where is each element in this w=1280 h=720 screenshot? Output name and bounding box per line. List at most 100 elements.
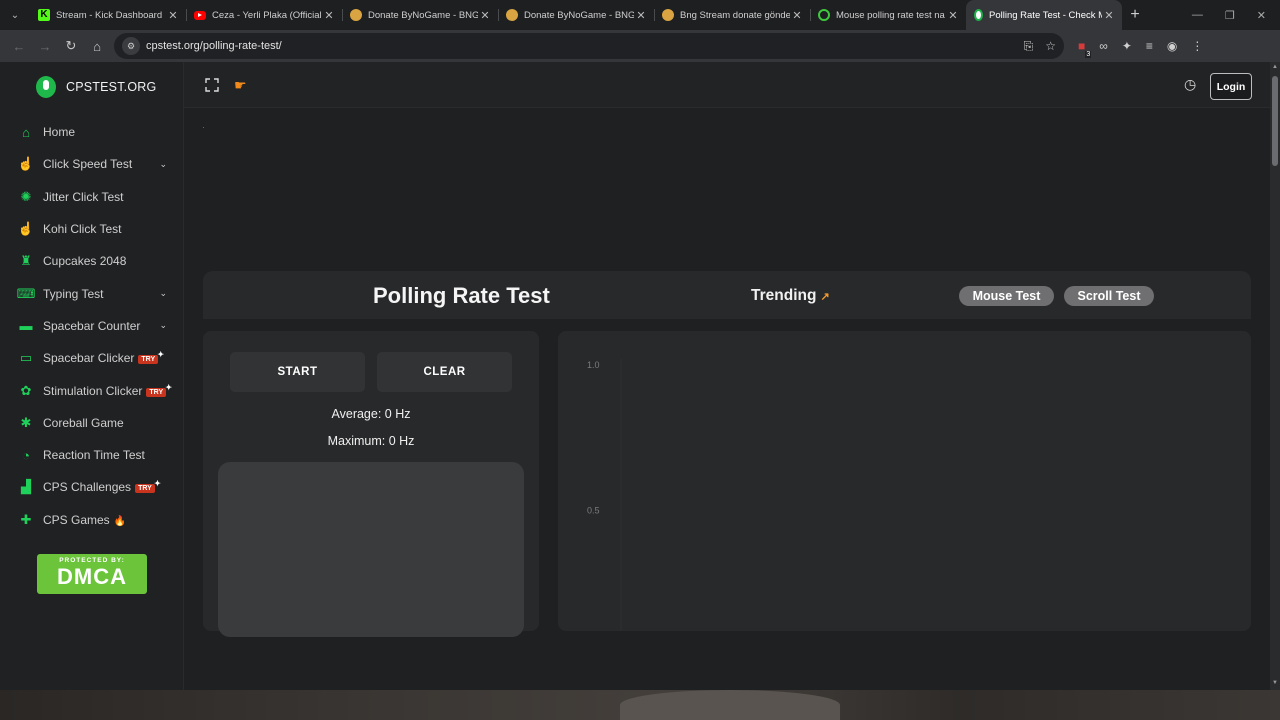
history-icon[interactable]: ◷	[1184, 76, 1196, 93]
sidebar-item-click-speed-test[interactable]: ☝ Click Speed Test ⌄	[0, 148, 183, 180]
extensions-puzzle-icon[interactable]: ✦	[1122, 39, 1132, 53]
address-bar[interactable]: ⚙ cpstest.org/polling-rate-test/ ⎘ ☆	[114, 33, 1064, 59]
bookmark-star-icon[interactable]: ☆	[1045, 39, 1056, 54]
sidebar-item-spacebar-clicker[interactable]: ▭ Spacebar Clicker TRY	[0, 342, 183, 374]
new-tab-button[interactable]: +	[1122, 6, 1148, 24]
power-icon	[818, 9, 830, 21]
sidebar-item-spacebar-counter[interactable]: ▬ Spacebar Counter ⌄	[0, 310, 183, 342]
forward-icon[interactable]: →	[32, 33, 58, 59]
kohi-icon: ☝	[17, 221, 35, 237]
tab-close-icon[interactable]: ✕	[634, 9, 648, 22]
y-tick-label: 1.0	[587, 360, 600, 370]
chrome-menu-icon[interactable]: ⋮	[1191, 39, 1203, 53]
chevron-down-icon[interactable]: ⌄	[159, 320, 167, 331]
browser-tab[interactable]: Mouse polling rate test na ✕	[810, 0, 966, 30]
restore-icon[interactable]: ❐	[1225, 9, 1235, 22]
jitter-icon: ✺	[20, 188, 32, 204]
page-title: Polling Rate Test	[373, 283, 550, 308]
sidebar-item-reaction-time-test[interactable]: ◔ Reaction Time Test	[0, 439, 183, 471]
profile-icon[interactable]: ◉	[1167, 39, 1177, 53]
sidebar-item-home[interactable]: ⌂ Home	[0, 116, 183, 148]
sidebar-item-coreball-game[interactable]: ✱ Coreball Game	[0, 407, 183, 439]
extension-icons: ■ 3 ∞ ✦ ≡ ◉ ⋮	[1078, 39, 1203, 58]
extension-red-icon[interactable]: ■ 3	[1078, 39, 1092, 58]
back-icon[interactable]: ←	[6, 33, 32, 59]
sidebar-item-label-wrap: Spacebar Clicker TRY	[43, 350, 167, 365]
sidebar-item-stimulation-clicker[interactable]: ✿ Stimulation Clicker TRY	[0, 374, 183, 406]
pointer-hand-icon[interactable]: ☛	[234, 77, 247, 94]
login-button[interactable]: Login	[1210, 73, 1252, 100]
minimize-icon[interactable]: —	[1192, 9, 1203, 22]
tab-search-chevron-icon[interactable]: ⌄	[0, 0, 30, 30]
y-tick-label: 0.5	[587, 506, 600, 516]
sidebar-item-cps-games[interactable]: ✚ CPS Games 🔥	[0, 504, 183, 536]
timer-icon: ◔	[22, 447, 30, 463]
tab-close-icon[interactable]: ✕	[1102, 9, 1116, 22]
chevron-down-icon[interactable]: ⌄	[159, 159, 167, 170]
tab-close-icon[interactable]: ✕	[166, 9, 180, 22]
sidebar-item-label: Home	[43, 125, 76, 140]
scroll-test-pill[interactable]: Scroll Test	[1064, 286, 1154, 306]
sidebar-nav: ⌂ Home ☝ Click Speed Test ⌄ ✺ Jitter Click Tes…	[0, 112, 183, 536]
mouse-move-area[interactable]	[218, 462, 524, 637]
tab-close-icon[interactable]: ✕	[790, 9, 804, 22]
sidebar-item-label-wrap: Coreball Game	[43, 416, 167, 430]
sidebar-item-label-wrap: Click Speed Test	[43, 157, 159, 171]
tab-close-icon[interactable]: ✕	[478, 9, 492, 22]
ad-dot	[203, 127, 204, 128]
browser-tab[interactable]: Donate ByNoGame - BNG ✕	[498, 0, 654, 30]
close-window-icon[interactable]: ✕	[1257, 9, 1266, 22]
browser-tab[interactable]: Ceza - Yerli Plaka (Official V ✕	[186, 0, 342, 30]
bng-icon	[350, 9, 362, 21]
browser-tab[interactable]: Donate ByNoGame - BNG ✕	[342, 0, 498, 30]
sidebar-item-label-wrap: Kohi Click Test	[43, 222, 167, 236]
browser-tab[interactable]: K Stream - Kick Dashboard ✕	[30, 0, 186, 30]
fire-icon: 🔥	[113, 515, 127, 527]
sidebar-item-label-wrap: Home	[43, 125, 167, 139]
media-control-icon[interactable]: ≡	[1146, 39, 1153, 53]
background-shape	[620, 690, 840, 720]
sidebar-item-typing-test[interactable]: ⌨ Typing Test ⌄	[0, 277, 183, 309]
dmca-badge-top: PROTECTED BY:	[59, 556, 125, 564]
start-button[interactable]: START	[230, 352, 365, 392]
brand-name: CPSTEST.ORG	[66, 80, 157, 94]
maximum-rate: Maximum: 0 Hz	[327, 434, 415, 448]
tab-title: Polling Rate Test - Check M	[989, 9, 1102, 21]
chevron-down-icon[interactable]: ⌄	[159, 288, 167, 299]
scroll-down-icon[interactable]: ▼	[1272, 680, 1278, 686]
translate-icon[interactable]: ⎘	[1024, 39, 1034, 54]
reload-icon[interactable]: ↻	[58, 33, 84, 59]
page-scrollbar[interactable]: ▲ ▼	[1270, 62, 1280, 690]
sidebar-item-cps-challenges[interactable]: ▟ CPS Challenges TRY	[0, 471, 183, 503]
tab-close-icon[interactable]: ✕	[322, 9, 336, 22]
home-browser-icon[interactable]: ⌂	[84, 33, 110, 59]
tab-close-icon[interactable]: ✕	[946, 9, 960, 22]
dmca-badge[interactable]: PROTECTED BY: DMCA	[37, 553, 147, 594]
sidebar-item-jitter-click-test[interactable]: ✺ Jitter Click Test	[0, 181, 183, 213]
scroll-up-icon[interactable]: ▲	[1272, 64, 1278, 70]
gamepad-icon: ✚	[20, 511, 32, 527]
average-rate: Average: 0 Hz	[331, 407, 411, 421]
try-badge: TRY	[146, 383, 172, 397]
incognito-glasses-icon[interactable]: ∞	[1099, 39, 1108, 53]
browser-tab[interactable]: Polling Rate Test - Check M ✕	[966, 0, 1122, 30]
tab-title: Mouse polling rate test na	[836, 9, 945, 21]
cupcake-icon: ♜	[20, 253, 32, 269]
sidebar-item-label-wrap: CPS Games 🔥	[43, 513, 167, 527]
browser-tab[interactable]: Bng Stream donate gönde ✕	[654, 0, 810, 30]
fullscreen-icon[interactable]	[205, 78, 219, 92]
scroll-thumb[interactable]	[1272, 76, 1278, 166]
brand[interactable]: CPSTEST.ORG	[0, 62, 183, 112]
mouse-test-pill[interactable]: Mouse Test	[959, 286, 1054, 306]
sidebar-item-cupcakes-2048[interactable]: ♜ Cupcakes 2048	[0, 245, 183, 277]
cpstest-icon	[974, 9, 983, 21]
site-info-icon[interactable]: ⚙	[122, 37, 140, 55]
bng-icon	[506, 9, 518, 21]
click-icon: ☝	[17, 156, 35, 172]
sidebar-item-kohi-click-test[interactable]: ☝ Kohi Click Test	[0, 213, 183, 245]
spacebar-icon: ▬	[19, 318, 33, 334]
clear-button[interactable]: CLEAR	[377, 352, 512, 392]
sidebar-item-label: Stimulation Clicker	[43, 383, 143, 398]
sidebar-item-label: CPS Challenges	[43, 480, 132, 495]
tab-title: Stream - Kick Dashboard	[56, 9, 163, 21]
